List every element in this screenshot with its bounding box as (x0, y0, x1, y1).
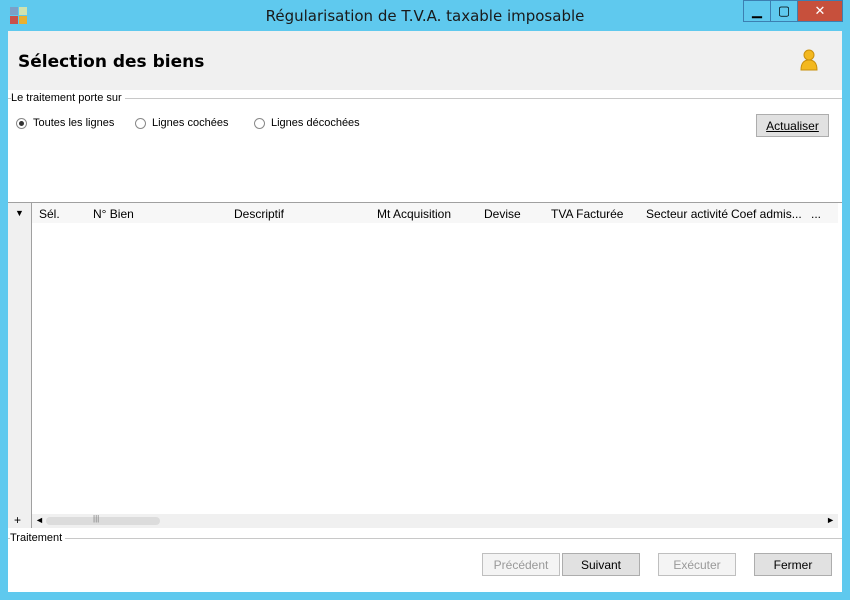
execute-button[interactable]: Exécuter (658, 553, 736, 576)
process-section-label: Traitement (10, 532, 66, 544)
scroll-left-icon[interactable]: ◄ (35, 515, 44, 525)
assets-grid[interactable]: ▼ + Sél. N° Bien Descriptif Mt Acquisiti… (8, 202, 842, 528)
radio-label: Lignes cochées (152, 117, 229, 129)
column-header-asset-number[interactable]: N° Bien (93, 207, 134, 221)
horizontal-scrollbar[interactable]: ◄ ||| ► (32, 514, 838, 528)
refresh-button[interactable]: Actualiser (756, 114, 829, 137)
minimize-icon: ▁ (752, 3, 762, 18)
column-header-more[interactable]: ... (811, 207, 821, 221)
radio-unchecked-lines[interactable]: Lignes décochées (254, 117, 360, 129)
radio-label: Lignes décochées (271, 117, 360, 129)
dialog-body: Sélection des biens Le traitement porte … (8, 31, 842, 592)
next-button[interactable]: Suivant (562, 553, 640, 576)
window-title: Régularisation de T.V.A. taxable imposab… (265, 7, 585, 25)
scroll-grip-icon: ||| (93, 514, 100, 523)
radio-checked-lines[interactable]: Lignes cochées (135, 117, 228, 129)
column-header-currency[interactable]: Devise (484, 207, 521, 221)
maximize-button[interactable]: ▢ (770, 0, 798, 22)
add-row-icon[interactable]: + (14, 513, 21, 527)
close-button[interactable]: Fermer (754, 553, 832, 576)
grid-header: Sél. N° Bien Descriptif Mt Acquisition D… (32, 203, 838, 223)
radio-checked-icon (16, 117, 27, 129)
close-window-button[interactable]: ✕ (797, 0, 843, 22)
maximize-icon: ▢ (777, 3, 791, 18)
radio-unchecked-icon (254, 117, 265, 129)
close-icon: ✕ (814, 3, 826, 18)
scroll-right-icon[interactable]: ► (826, 515, 835, 525)
step-header: Sélection des biens (8, 31, 842, 90)
minimize-button[interactable]: ▁ (743, 0, 771, 22)
footer-border (8, 538, 842, 539)
row-indicator-column: ▼ + (8, 203, 32, 528)
application-window: Régularisation de T.V.A. taxable imposab… (0, 0, 850, 600)
scope-group-label: Le traitement porte sur (11, 92, 125, 104)
radio-unchecked-icon (135, 117, 146, 129)
column-header-select[interactable]: Sél. (39, 207, 60, 221)
user-icon[interactable] (800, 49, 818, 71)
column-header-activity-sector[interactable]: Secteur activité (646, 207, 728, 221)
radio-all-lines[interactable]: Toutes les lignes (16, 117, 114, 129)
group-border (8, 98, 842, 99)
radio-label: Toutes les lignes (33, 117, 115, 129)
scroll-thumb[interactable]: ||| (46, 514, 160, 525)
title-bar[interactable]: Régularisation de T.V.A. taxable imposab… (0, 0, 850, 31)
column-header-admitted-coef[interactable]: Coef admis... (731, 207, 802, 221)
page-title: Sélection des biens (18, 52, 205, 72)
previous-button[interactable]: Précédent (482, 553, 560, 576)
column-chooser-icon[interactable]: ▼ (15, 208, 24, 218)
column-header-description[interactable]: Descriptif (234, 207, 284, 221)
column-header-acquisition-amount[interactable]: Mt Acquisition (377, 207, 451, 221)
column-header-vat-invoiced[interactable]: TVA Facturée (551, 207, 623, 221)
